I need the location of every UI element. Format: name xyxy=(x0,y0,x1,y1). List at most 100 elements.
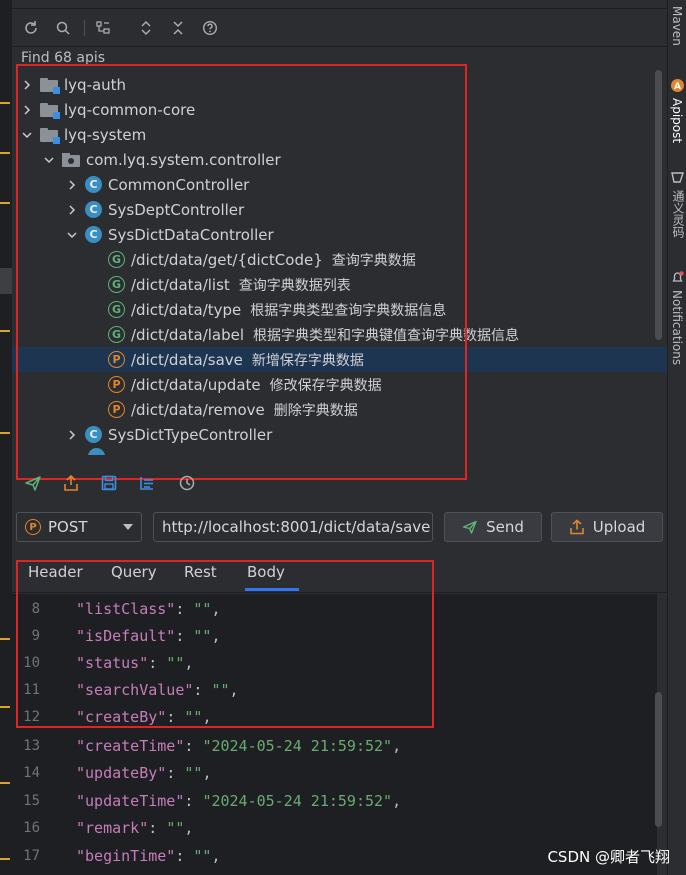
apipost-toolbar xyxy=(12,10,667,47)
body-editor[interactable]: 8 "listClass": "", 9 "isDefault": "", 10 "s… xyxy=(12,594,657,875)
tree-controller-sysdicttype[interactable]: C SysDictTypeController xyxy=(12,422,667,447)
code-line: 12 "createBy": "", xyxy=(12,703,657,730)
send-icon xyxy=(462,520,477,534)
window-top-edge xyxy=(12,0,667,9)
gutter-marker xyxy=(0,706,10,708)
line-number: 10 xyxy=(23,654,40,671)
svg-text:A: A xyxy=(674,82,681,92)
translate-tool-tab[interactable]: 通义灵码 xyxy=(670,190,686,238)
class-icon: C xyxy=(85,426,102,443)
collapse-all-icon[interactable] xyxy=(167,17,189,39)
api-path: /dict/data/list xyxy=(131,275,230,294)
tongyi-icon xyxy=(671,172,684,183)
send-button[interactable]: Send xyxy=(444,512,542,542)
chevron-right-icon[interactable] xyxy=(20,104,34,116)
list-icon[interactable] xyxy=(136,472,158,494)
apipost-icon: A xyxy=(671,79,684,92)
chevron-down-icon xyxy=(123,524,133,530)
tree-controller-common[interactable]: C CommonController xyxy=(12,172,667,197)
chevron-down-icon[interactable] xyxy=(65,231,79,239)
line-number: 13 xyxy=(23,737,40,754)
json-key: "remark" xyxy=(76,818,149,837)
right-tool-sidebar: Maven A Apipost 通义灵码 Notifications xyxy=(667,0,686,875)
chevron-right-icon[interactable] xyxy=(65,429,79,441)
chevron-down-icon[interactable] xyxy=(20,131,34,139)
api-item-selected[interactable]: P /dict/data/save 新增保存字典数据 xyxy=(12,347,667,372)
method-select[interactable]: P POST xyxy=(16,512,142,542)
method-value: POST xyxy=(48,518,88,536)
apipost-tool-tab[interactable]: Apipost xyxy=(670,98,684,143)
expand-all-icon[interactable] xyxy=(135,17,157,39)
controller-label: SysDictTypeController xyxy=(108,425,273,444)
api-path: /dict/data/type xyxy=(131,300,242,319)
api-item[interactable]: P /dict/data/remove 删除字典数据 xyxy=(12,397,667,422)
history-icon[interactable] xyxy=(176,472,198,494)
class-icon: C xyxy=(85,176,102,193)
refresh-icon[interactable] xyxy=(20,17,42,39)
tree-package[interactable]: com.lyq.system.controller xyxy=(12,147,667,172)
gutter-marker xyxy=(0,432,10,434)
help-icon[interactable] xyxy=(199,17,221,39)
api-item[interactable]: G /dict/data/label 根据字典类型和字典键值查询字典数据信息 xyxy=(12,322,667,347)
api-count-label: Find 68 apis xyxy=(21,50,106,66)
tab-header[interactable]: Header xyxy=(28,563,83,581)
json-value: "" xyxy=(184,763,203,782)
api-description: 修改保存字典数据 xyxy=(269,377,382,394)
tab-body[interactable]: Body xyxy=(247,563,285,581)
json-key: "updateTime" xyxy=(76,791,185,810)
request-bar: P POST http://localhost:8001/dict/data/s… xyxy=(12,510,667,546)
tree-scrollbar[interactable] xyxy=(655,70,662,340)
toolbar-divider xyxy=(84,20,85,36)
tree-module-lyq-system[interactable]: lyq-system xyxy=(12,122,667,147)
line-number: 12 xyxy=(23,708,40,725)
api-description: 查询字典数据 xyxy=(331,252,416,269)
module-folder-icon xyxy=(40,102,60,119)
code-line: 14 "updateBy": "", xyxy=(12,759,657,786)
tree-module-lyq-auth[interactable]: lyq-auth xyxy=(12,72,667,97)
upload-button[interactable]: Upload xyxy=(551,512,663,542)
module-label: lyq-common-core xyxy=(64,100,196,119)
save-icon[interactable] xyxy=(98,472,120,494)
tree-module-lyq-common-core[interactable]: lyq-common-core xyxy=(12,97,667,122)
json-value: "" xyxy=(166,818,185,837)
json-key: "isDefault" xyxy=(76,626,176,645)
gutter-marker xyxy=(0,858,10,860)
api-item[interactable]: G /dict/data/type 根据字典类型查询字典数据信息 xyxy=(12,297,667,322)
tree-controller-sysdictdata[interactable]: C SysDictDataController xyxy=(12,222,667,247)
tree-controller-sysdept[interactable]: C SysDeptController xyxy=(12,197,667,222)
api-item[interactable]: G /dict/data/list 查询字典数据列表 xyxy=(12,272,667,297)
api-item[interactable]: G /dict/data/get/{dictCode} 查询字典数据 xyxy=(12,247,667,272)
search-icon[interactable] xyxy=(52,17,74,39)
module-folder-icon xyxy=(40,127,60,144)
chevron-down-icon[interactable] xyxy=(42,156,56,164)
tab-query[interactable]: Query xyxy=(111,563,157,581)
api-item[interactable]: P /dict/data/update 修改保存字典数据 xyxy=(12,372,667,397)
url-input[interactable]: http://localhost:8001/dict/data/save xyxy=(153,512,433,542)
api-path: /dict/data/save xyxy=(131,350,243,369)
editor-scrollbar[interactable] xyxy=(655,692,662,827)
get-method-icon: G xyxy=(108,326,125,343)
json-value: "" xyxy=(184,707,203,726)
json-key: "status" xyxy=(76,653,149,672)
upload-label: Upload xyxy=(592,518,646,536)
code-line: 16 "remark": "", xyxy=(12,814,657,841)
notifications-tool-tab[interactable]: Notifications xyxy=(670,290,684,365)
api-path: /dict/data/update xyxy=(131,375,261,394)
export-icon[interactable] xyxy=(60,472,82,494)
get-method-icon: G xyxy=(108,301,125,318)
tab-rest[interactable]: Rest xyxy=(184,563,217,581)
json-key: "beginTime" xyxy=(76,846,176,865)
module-folder-icon xyxy=(40,77,60,94)
maven-tool-tab[interactable]: Maven xyxy=(670,6,684,46)
chevron-right-icon[interactable] xyxy=(65,204,79,216)
code-line: 11 "searchValue": "", xyxy=(12,676,657,703)
class-icon: C xyxy=(85,226,102,243)
chevron-right-icon[interactable] xyxy=(20,79,34,91)
get-method-icon: G xyxy=(108,276,125,293)
send-icon[interactable] xyxy=(22,472,44,494)
api-description: 根据字典类型和字典键值查询字典数据信息 xyxy=(253,327,520,344)
chevron-right-icon[interactable] xyxy=(65,179,79,191)
gutter-marker xyxy=(0,782,10,784)
tree-structure-icon[interactable] xyxy=(92,17,114,39)
post-method-icon: P xyxy=(25,519,41,535)
